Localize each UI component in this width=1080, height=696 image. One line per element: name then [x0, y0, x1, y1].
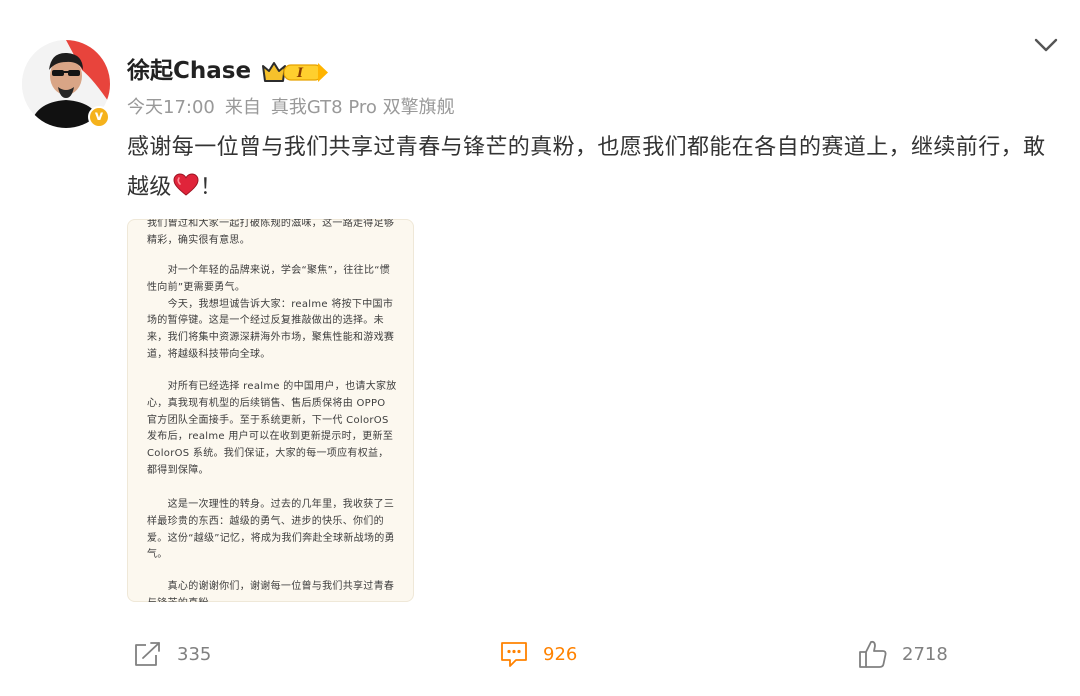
heart-icon: [173, 173, 199, 196]
like-count: 2718: [902, 643, 948, 665]
comment-button[interactable]: 926: [499, 638, 577, 670]
author-name[interactable]: 徐起Chase: [127, 55, 251, 87]
post-text-end: ！: [199, 175, 223, 200]
post-image[interactable]: 我们曾过和大家一起打破陈规的滋味，这一路走得足够精彩，确实很有意思。 对一个年轻…: [127, 219, 414, 602]
repost-icon: [135, 642, 160, 666]
chevron-down-icon: [1034, 38, 1058, 52]
repost-count: 335: [177, 643, 212, 665]
vip-level: I: [296, 66, 304, 81]
image-paragraph: 这是一次理性的转身。过去的几年里，我收获了三样最珍贵的东西：越级的勇气、进步的快…: [147, 499, 395, 561]
post-time[interactable]: 今天17:00: [127, 97, 215, 118]
image-paragraph: 真心的谢谢你们，谢谢每一位曾与我们共享过青春与锋芒的真粉: [147, 581, 395, 602]
crown-icon: I: [262, 62, 328, 82]
image-paragraph: 对一个年轻的品牌来说，学会“聚焦”，往往比“惯性向前”更需要勇气。 今天，我想坦…: [147, 265, 395, 360]
image-paragraph: 对所有已经选择 realme 的中国用户，也请大家放心，真我现有机型的后续销售、…: [147, 381, 397, 476]
image-paragraph: 我们曾过和大家一起打破陈规的滋味，这一路走得足够精彩，确实很有意思。: [147, 219, 395, 246]
comment-count: 926: [543, 643, 578, 665]
like-button[interactable]: 2718: [858, 638, 948, 670]
post-text-main: 感谢每一位曾与我们共享过青春与锋芒的真粉，也愿我们都能在各自的赛道上，继续前行，…: [127, 135, 1046, 200]
post-meta: 今天17:00 来自 真我GT8 Pro 双擎旗舰: [127, 95, 455, 121]
post-content: 感谢每一位曾与我们共享过青春与锋芒的真粉，也愿我们都能在各自的赛道上，继续前行，…: [127, 128, 1052, 208]
like-icon: [859, 640, 887, 668]
repost-button[interactable]: 335: [133, 638, 211, 670]
comment-icon: [501, 642, 527, 667]
source-prefix: 来自: [224, 97, 261, 118]
verified-icon: v: [88, 106, 110, 128]
vip-badge[interactable]: I: [260, 58, 330, 86]
expand-menu-button[interactable]: [1030, 32, 1062, 58]
source-device[interactable]: 真我GT8 Pro 双擎旗舰: [271, 97, 455, 118]
